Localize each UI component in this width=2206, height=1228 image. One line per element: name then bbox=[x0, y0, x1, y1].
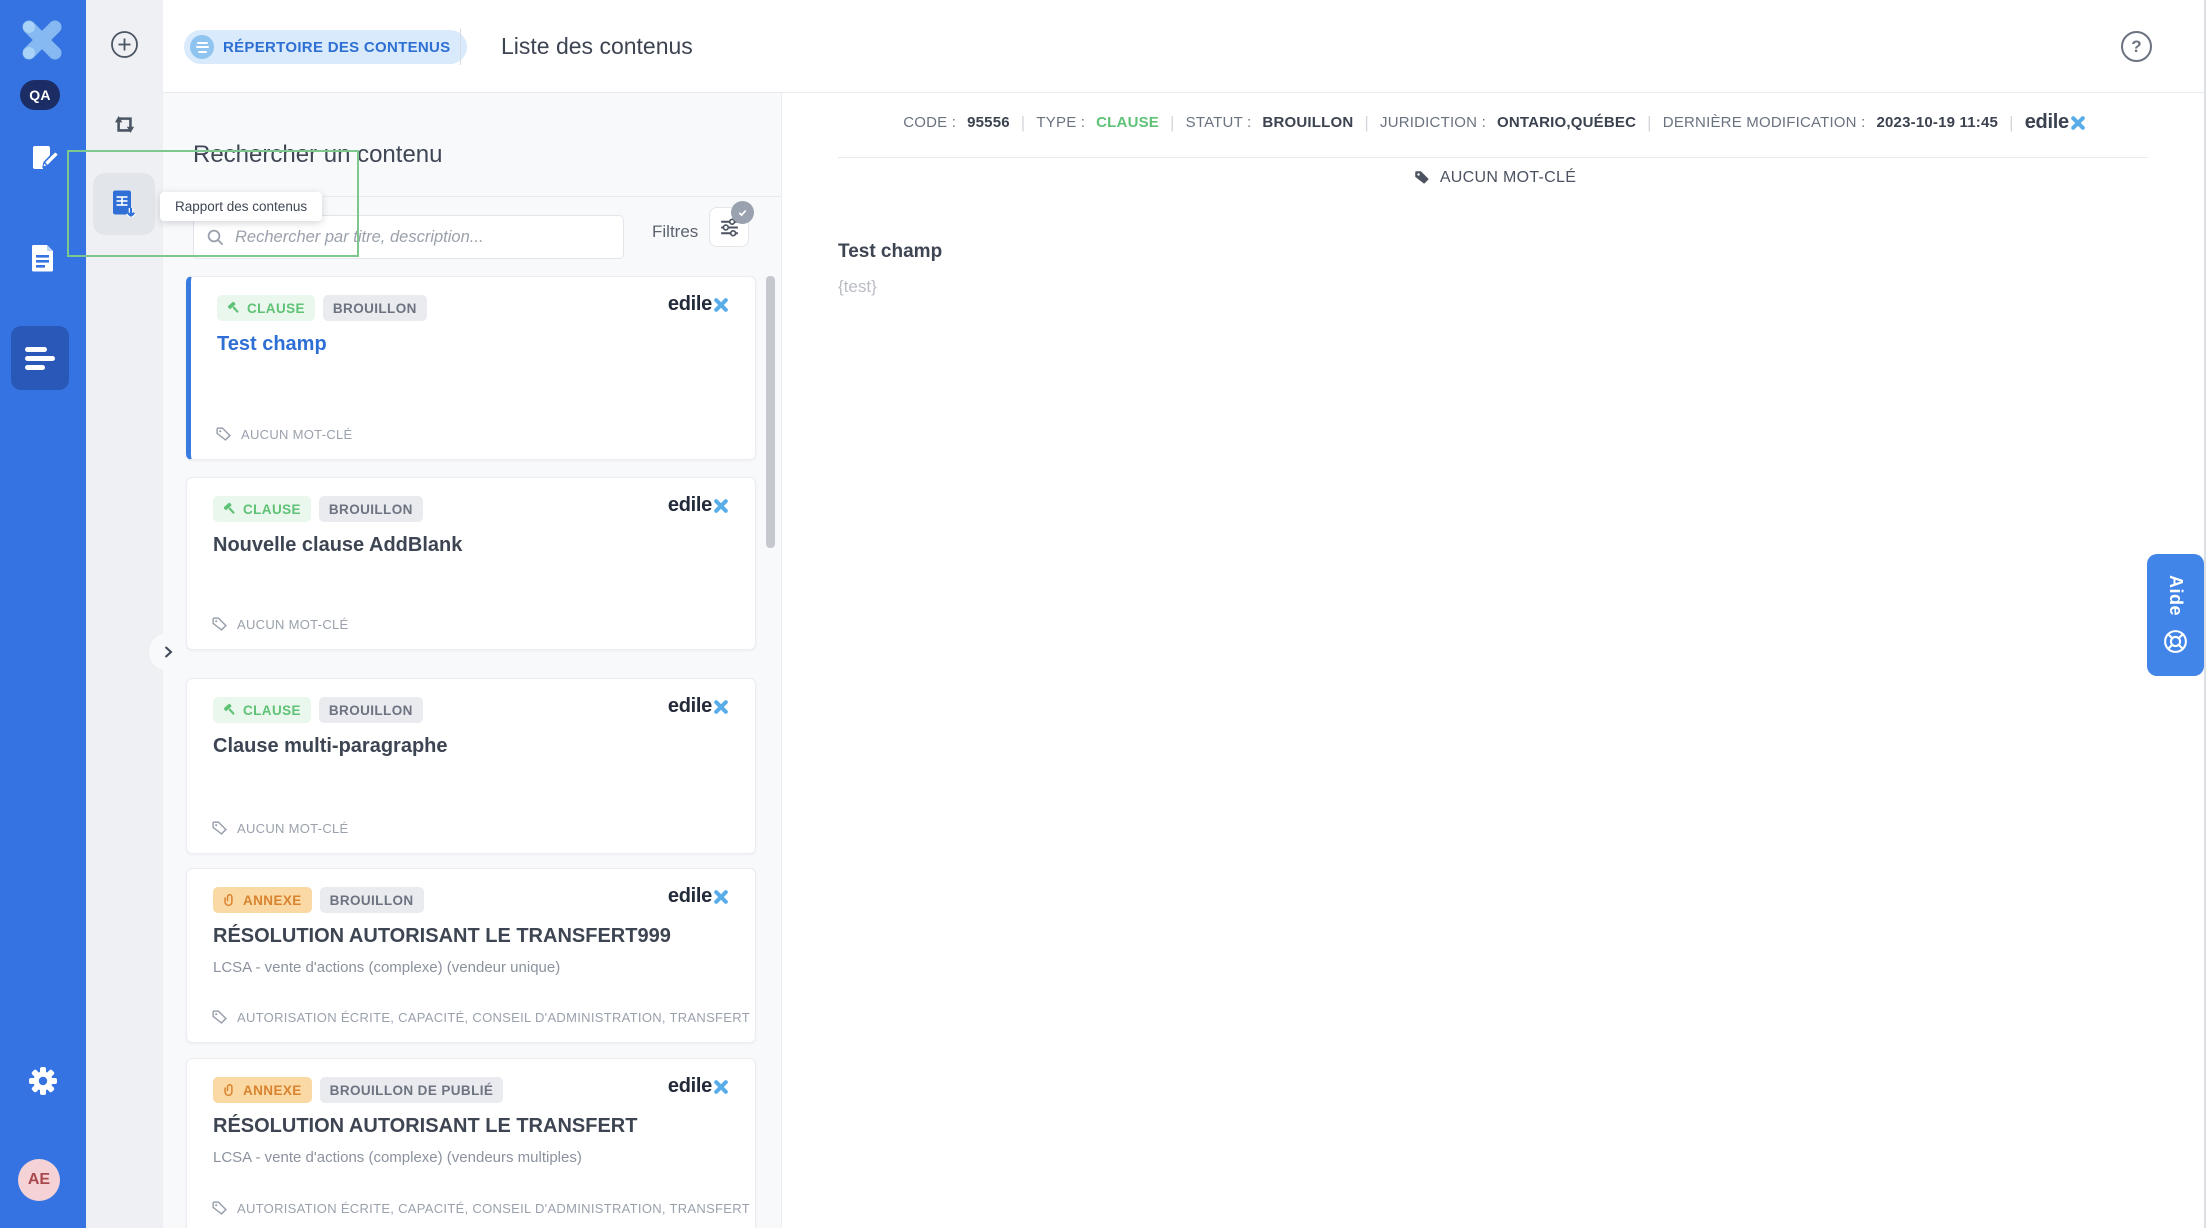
list-scrollbar[interactable] bbox=[766, 276, 775, 548]
content-detail-panel: CODE :95556 | TYPE :CLAUSE | STATUT :BRO… bbox=[783, 93, 2206, 1228]
meta-value: BROUILLON bbox=[1262, 114, 1353, 131]
content-meta-row: CODE :95556 | TYPE :CLAUSE | STATUT :BRO… bbox=[783, 111, 2206, 134]
type-badge: ANNEXE bbox=[213, 887, 312, 913]
document-lines-icon bbox=[28, 242, 58, 274]
tag-filled-icon bbox=[1413, 169, 1431, 187]
card-title[interactable]: Test champ bbox=[217, 333, 327, 356]
plus-circle-icon bbox=[110, 30, 139, 59]
meta-value: 95556 bbox=[967, 114, 1010, 131]
help-tab[interactable]: Aide bbox=[2147, 554, 2204, 676]
edilex-logo: edile bbox=[668, 695, 729, 718]
breadcrumb-module-badge[interactable]: RÉPERTOIRE DES CONTENUS bbox=[184, 30, 467, 64]
card-title[interactable]: RÉSOLUTION AUTORISANT LE TRANSFERT bbox=[213, 1115, 637, 1138]
filters-active-check-icon bbox=[731, 201, 754, 224]
edilex-x-icon bbox=[713, 1079, 729, 1095]
tag-icon bbox=[211, 1009, 228, 1026]
repertoire-icon bbox=[190, 35, 214, 59]
sidebar-item-redaction[interactable] bbox=[28, 142, 60, 179]
sidebar-item-documents[interactable] bbox=[28, 242, 58, 279]
content-card[interactable]: CLAUSE BROUILLON edile Test champ AUCUN … bbox=[186, 276, 756, 460]
sidebar-item-repertoire-active[interactable] bbox=[11, 326, 69, 390]
meta-label: JURIDICTION : bbox=[1380, 114, 1486, 131]
card-title[interactable]: Clause multi-paragraphe bbox=[213, 735, 448, 758]
edilex-logo: edile bbox=[668, 1075, 729, 1098]
content-card[interactable]: CLAUSE BROUILLON edile Nouvelle clause A… bbox=[186, 477, 756, 650]
republish-button[interactable] bbox=[110, 110, 138, 143]
content-list-icon bbox=[25, 347, 55, 370]
status-badge: BROUILLON bbox=[319, 697, 423, 723]
help-tab-label: Aide bbox=[2165, 575, 2186, 616]
edilex-x-icon bbox=[713, 889, 729, 905]
edilex-logo: edile bbox=[668, 885, 729, 908]
meta-label: STATUT : bbox=[1186, 114, 1252, 131]
add-content-button[interactable] bbox=[110, 30, 139, 64]
gavel-icon bbox=[223, 703, 237, 717]
gavel-icon bbox=[223, 502, 237, 516]
status-badge: BROUILLON DE PUBLIÉ bbox=[320, 1077, 504, 1103]
chevron-right-icon bbox=[160, 644, 176, 660]
edilex-logo: edile bbox=[668, 293, 729, 316]
settings-gear-icon[interactable] bbox=[26, 1064, 60, 1103]
header-divider bbox=[460, 29, 461, 65]
type-badge: ANNEXE bbox=[213, 1077, 312, 1103]
meta-value: 2023-10-19 11:45 bbox=[1876, 114, 1998, 131]
module-badge-label: RÉPERTOIRE DES CONTENUS bbox=[223, 39, 451, 56]
content-card[interactable]: ANNEXE BROUILLON DE PUBLIÉ edile RÉSOLUT… bbox=[186, 1058, 756, 1228]
user-avatar[interactable]: AE bbox=[18, 1159, 60, 1201]
status-badge: BROUILLON bbox=[323, 295, 427, 321]
card-subtitle: LCSA - vente d'actions (complexe) (vende… bbox=[213, 959, 560, 976]
tag-icon bbox=[211, 1200, 228, 1217]
type-badge: CLAUSE bbox=[217, 295, 315, 321]
card-keywords: AUCUN MOT-CLÉ bbox=[215, 426, 353, 443]
tag-icon bbox=[215, 426, 232, 443]
edilex-x-icon bbox=[2070, 115, 2086, 131]
top-header: RÉPERTOIRE DES CONTENUS Liste des conten… bbox=[163, 0, 2206, 93]
edilex-logo: edile bbox=[668, 494, 729, 517]
meta-value: ONTARIO,QUÉBEC bbox=[1497, 114, 1636, 131]
status-badge: BROUILLON bbox=[320, 887, 424, 913]
detail-field-title: Test champ bbox=[838, 241, 942, 263]
tag-icon bbox=[211, 820, 228, 837]
app-logo-x-icon[interactable] bbox=[16, 14, 68, 71]
report-tooltip: Rapport des contenus bbox=[160, 192, 322, 221]
card-keywords: AUTORISATION ÉCRITE, CAPACITÉ, CONSEIL D… bbox=[211, 1009, 750, 1026]
detail-keywords: AUCUN MOT-CLÉ bbox=[783, 169, 2206, 187]
lifebuoy-icon bbox=[2162, 628, 2189, 655]
meta-label: TYPE : bbox=[1036, 114, 1085, 131]
meta-value: CLAUSE bbox=[1096, 114, 1159, 131]
collapse-panel-button[interactable] bbox=[149, 633, 187, 671]
detail-divider bbox=[838, 157, 2148, 158]
content-card[interactable]: CLAUSE BROUILLON edile Clause multi-para… bbox=[186, 678, 756, 854]
card-keywords: AUCUN MOT-CLÉ bbox=[211, 616, 349, 633]
edilex-logo: edile bbox=[2025, 111, 2086, 134]
type-badge: CLAUSE bbox=[213, 496, 311, 522]
content-card[interactable]: ANNEXE BROUILLON edile RÉSOLUTION AUTORI… bbox=[186, 868, 756, 1043]
status-badge: BROUILLON bbox=[319, 496, 423, 522]
meta-label: DERNIÈRE MODIFICATION : bbox=[1663, 114, 1866, 131]
content-search-panel: Rechercher un contenu Filtres bbox=[163, 93, 782, 1228]
card-keywords: AUTORISATION ÉCRITE, CAPACITÉ, CONSEIL D… bbox=[211, 1200, 750, 1217]
type-badge: CLAUSE bbox=[213, 697, 311, 723]
filters-label: Filtres bbox=[652, 222, 698, 242]
card-title[interactable]: RÉSOLUTION AUTORISANT LE TRANSFERT999 bbox=[213, 925, 671, 948]
gavel-icon bbox=[227, 301, 241, 315]
card-subtitle: LCSA - vente d'actions (complexe) (vende… bbox=[213, 1149, 582, 1166]
paperclip-icon bbox=[223, 893, 237, 907]
card-title[interactable]: Nouvelle clause AddBlank bbox=[213, 534, 462, 557]
meta-label: CODE : bbox=[903, 114, 956, 131]
repeat-icon bbox=[110, 110, 138, 138]
page-title: Liste des contenus bbox=[501, 33, 693, 60]
help-icon[interactable]: ? bbox=[2121, 31, 2152, 62]
edilex-x-icon bbox=[713, 498, 729, 514]
card-keywords: AUCUN MOT-CLÉ bbox=[211, 820, 349, 837]
tag-icon bbox=[211, 616, 228, 633]
app-window: QA bbox=[0, 0, 2206, 1228]
workspace-badge[interactable]: QA bbox=[20, 80, 60, 110]
edilex-x-icon bbox=[713, 297, 729, 313]
detail-field-value: {test} bbox=[838, 277, 877, 297]
paperclip-icon bbox=[223, 1083, 237, 1097]
edilex-x-icon bbox=[713, 699, 729, 715]
